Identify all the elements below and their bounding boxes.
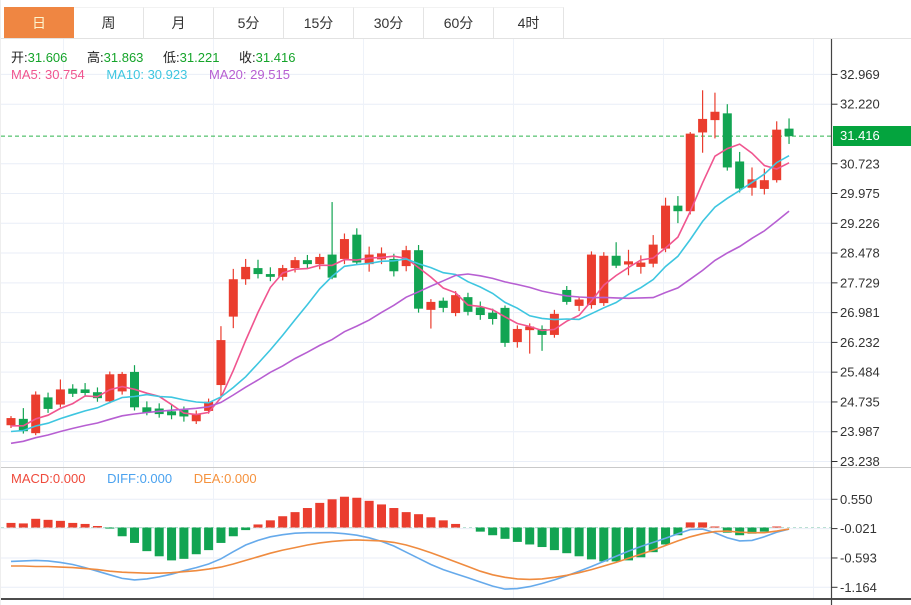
svg-text:-1.164: -1.164: [840, 580, 877, 595]
svg-text:-0.593: -0.593: [840, 550, 877, 565]
ma10-value: 30.923: [147, 67, 188, 82]
timeframe-tabbar: 日 周 月 5分 15分 30分 60分 4时: [1, 0, 911, 39]
svg-text:26.981: 26.981: [840, 305, 880, 320]
svg-text:27.729: 27.729: [840, 275, 880, 290]
dea-label: DEA:: [193, 471, 225, 486]
tab-1d[interactable]: 日: [4, 7, 74, 38]
chart-area[interactable]: 32.969 32.220 30.723 29.975 29.226 28.478 27.7…: [1, 39, 911, 605]
svg-text:25.484: 25.484: [840, 365, 880, 380]
tab-15m[interactable]: 15分: [284, 7, 354, 38]
tab-1w[interactable]: 周: [74, 7, 144, 38]
svg-text:32.969: 32.969: [840, 67, 880, 82]
svg-text:26.232: 26.232: [840, 335, 880, 350]
svg-text:30.723: 30.723: [840, 156, 880, 171]
svg-text:28.478: 28.478: [840, 246, 880, 261]
low-value: 31.221: [179, 50, 220, 65]
tab-5m[interactable]: 5分: [214, 7, 284, 38]
svg-text:29.226: 29.226: [840, 216, 880, 231]
kline-chart-widget: 日 周 月 5分 15分 30分 60分 4时 32.969 32.220 30.7…: [0, 0, 911, 605]
svg-text:23.238: 23.238: [840, 454, 880, 469]
tab-30m[interactable]: 30分: [354, 7, 424, 38]
svg-text:-0.021: -0.021: [840, 521, 877, 536]
diff-label: DIFF:: [107, 471, 140, 486]
tab-4h[interactable]: 4时: [494, 7, 564, 38]
tab-1mo[interactable]: 月: [144, 7, 214, 38]
ma-readout: MA5: 30.754 MA10: 30.923 MA20: 29.515: [11, 67, 290, 82]
ma10-label: MA10:: [106, 67, 144, 82]
dea-value: 0.000: [224, 471, 257, 486]
close-label: 收:: [239, 50, 256, 65]
tab-60m[interactable]: 60分: [424, 7, 494, 38]
svg-text:32.220: 32.220: [840, 97, 880, 112]
svg-text:23.987: 23.987: [840, 424, 880, 439]
open-label: 开:: [11, 50, 28, 65]
open-value: 31.606: [27, 50, 68, 65]
svg-text:29.975: 29.975: [840, 186, 880, 201]
high-label: 高:: [87, 50, 104, 65]
low-label: 低:: [163, 50, 180, 65]
svg-text:24.735: 24.735: [840, 394, 880, 409]
chart-canvas[interactable]: 32.969 32.220 30.723 29.975 29.226 28.478 27.7…: [1, 39, 911, 605]
ma20-value: 29.515: [250, 67, 290, 82]
diff-value: 0.000: [139, 471, 173, 486]
svg-text:0.550: 0.550: [840, 492, 873, 507]
close-value: 31.416: [255, 50, 296, 65]
macd-readout: MACD:0.000 DIFF:0.000 DEA:0.000: [11, 471, 257, 486]
macd-label: MACD:: [11, 471, 53, 486]
ma20-label: MA20:: [208, 67, 247, 82]
ma5-value: 30.754: [44, 67, 85, 82]
macd-value: 0.000: [52, 471, 86, 486]
ma5-label: MA5:: [11, 67, 42, 82]
ohlc-readout: 开:31.606 高:31.863 低:31.221 收:31.416: [11, 47, 311, 66]
current-price-tag: 31.416: [833, 126, 911, 146]
high-value: 31.863: [103, 50, 144, 65]
